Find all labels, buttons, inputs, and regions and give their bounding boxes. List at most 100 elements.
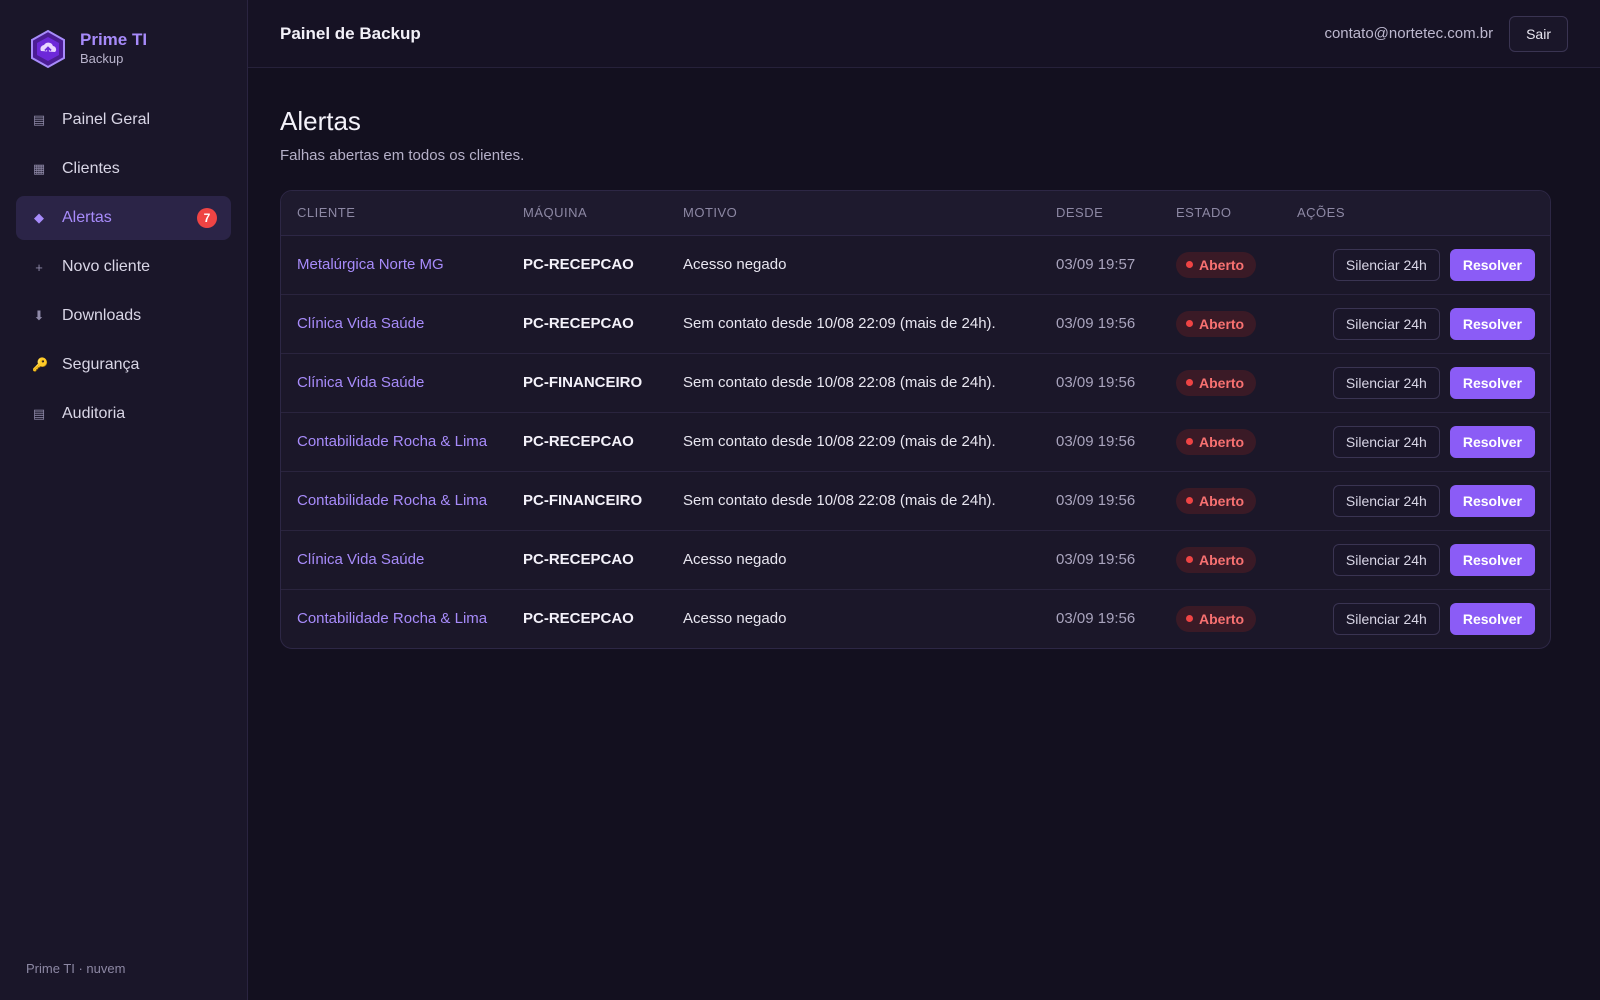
row-actions: Silenciar 24h Resolver	[1297, 543, 1550, 576]
resolve-button[interactable]: Resolver	[1449, 543, 1535, 576]
brand: Prime TI Backup	[16, 0, 231, 98]
client-link[interactable]: Contabilidade Rocha & Lima	[297, 610, 487, 627]
sidebar-item-auditoria[interactable]: ▤ Auditoria	[16, 392, 231, 436]
alert-since: 03/09 19:56	[1056, 551, 1136, 568]
table-header-row: CLIENTE MÁQUINA MOTIVO DESDE ESTADO AÇÕE…	[281, 191, 1550, 236]
alert-reason: Sem contato desde 10/08 22:09 (mais de 2…	[683, 315, 996, 332]
alert-since: 03/09 19:56	[1056, 374, 1136, 391]
status-dot-icon	[1186, 261, 1193, 268]
sidebar-item-clientes[interactable]: ▦ Clientes	[16, 147, 231, 191]
alert-since: 03/09 19:56	[1056, 433, 1136, 450]
alert-reason: Sem contato desde 10/08 22:08 (mais de 2…	[683, 374, 996, 391]
alerts-table: CLIENTE MÁQUINA MOTIVO DESDE ESTADO AÇÕE…	[281, 191, 1550, 648]
client-link[interactable]: Contabilidade Rocha & Lima	[297, 492, 487, 509]
table-row: Contabilidade Rocha & Lima PC-FINANCEIRO S…	[281, 471, 1550, 531]
alert-reason: Sem contato desde 10/08 22:08 (mais de 2…	[683, 492, 996, 509]
silence-24h-button[interactable]: Silenciar 24h	[1332, 602, 1440, 635]
status-badge: Aberto	[1176, 487, 1257, 514]
table-row: Metalúrgica Norte MG PC-RECEPCAO Acesso ne…	[281, 235, 1550, 295]
silence-24h-button[interactable]: Silenciar 24h	[1332, 484, 1440, 517]
silence-24h-button[interactable]: Silenciar 24h	[1332, 543, 1440, 576]
list-icon: ▤	[32, 406, 46, 421]
header-cliente: CLIENTE	[281, 191, 523, 236]
alerts-table-card: CLIENTE MÁQUINA MOTIVO DESDE ESTADO AÇÕE…	[280, 190, 1551, 649]
download-icon: ⬇	[33, 308, 45, 323]
client-link[interactable]: Clínica Vida Saúde	[297, 315, 424, 332]
sidebar-item-label: Painel Geral	[62, 111, 151, 128]
client-link[interactable]: Contabilidade Rocha & Lima	[297, 433, 487, 450]
row-actions: Silenciar 24h Resolver	[1297, 307, 1550, 340]
machine-name: PC-RECEPCAO	[523, 433, 634, 450]
sidebar-item-downloads[interactable]: ⬇ Downloads	[16, 294, 231, 338]
silence-24h-button[interactable]: Silenciar 24h	[1332, 307, 1440, 340]
status-badge: Aberto	[1176, 605, 1257, 632]
alert-count-badge: 7	[197, 208, 217, 228]
resolve-button[interactable]: Resolver	[1449, 366, 1535, 399]
grid-icon: ▦	[32, 161, 46, 176]
resolve-button[interactable]: Resolver	[1449, 248, 1535, 281]
status-badge: Aberto	[1176, 428, 1257, 455]
alerts-table-body: Metalúrgica Norte MG PC-RECEPCAO Acesso ne…	[281, 235, 1550, 648]
table-row: Clínica Vida Saúde PC-RECEPCAO Sem contato…	[281, 294, 1550, 354]
plus-icon: +	[35, 259, 43, 275]
sidebar-item-label: Auditoria	[62, 405, 126, 422]
silence-24h-button[interactable]: Silenciar 24h	[1332, 366, 1440, 399]
page-content: Alertas Falhas abertas em todos os clien…	[248, 68, 1600, 649]
machine-name: PC-RECEPCAO	[523, 315, 634, 332]
table-row: Clínica Vida Saúde PC-RECEPCAO Acesso nega…	[281, 530, 1550, 590]
sidebar-item-label: Downloads	[62, 307, 142, 324]
sidebar-item-label: Novo cliente	[62, 258, 151, 275]
diamond-icon: ◆	[34, 210, 44, 225]
alert-since: 03/09 19:56	[1056, 492, 1136, 509]
machine-name: PC-RECEPCAO	[523, 610, 634, 628]
resolve-button[interactable]: Resolver	[1449, 425, 1535, 458]
sidebar-footer: Prime TI · nuvem	[26, 961, 126, 976]
resolve-button[interactable]: Resolver	[1449, 307, 1535, 340]
client-link[interactable]: Clínica Vida Saúde	[297, 374, 424, 391]
topbar-user: contato@nortetec.com.br Sair	[1324, 15, 1568, 52]
resolve-button[interactable]: Resolver	[1449, 602, 1535, 635]
sidebar-item-label: Alertas	[62, 209, 112, 226]
main-area: Painel de Backup contato@nortetec.com.br…	[248, 0, 1600, 1000]
header-acoes: AÇÕES	[1297, 191, 1550, 236]
sidebar: Prime TI Backup ▤ Painel Geral ▦ Clientes ◆ A…	[0, 0, 248, 1000]
status-dot-icon	[1186, 615, 1193, 623]
alert-since: 03/09 19:57	[1056, 256, 1136, 273]
alert-reason: Acesso negado	[683, 610, 787, 628]
logout-button[interactable]: Sair	[1509, 15, 1568, 52]
topbar: Painel de Backup contato@nortetec.com.br…	[248, 0, 1600, 68]
alert-reason: Sem contato desde 10/08 22:09 (mais de 2…	[683, 433, 996, 450]
brand-subtitle: Backup	[80, 51, 124, 66]
status-dot-icon	[1186, 379, 1193, 386]
topbar-title: Painel de Backup	[280, 23, 421, 43]
client-link[interactable]: Clínica Vida Saúde	[297, 551, 424, 568]
sidebar-item-label: Segurança	[62, 356, 140, 373]
page-title: Alertas	[280, 106, 361, 136]
status-label: Aberto	[1199, 551, 1245, 568]
table-row: Contabilidade Rocha & Lima PC-RECEPCAO Sem…	[281, 412, 1550, 472]
silence-24h-button[interactable]: Silenciar 24h	[1332, 425, 1440, 458]
status-label: Aberto	[1199, 315, 1245, 332]
silence-24h-button[interactable]: Silenciar 24h	[1332, 248, 1440, 281]
alert-reason: Acesso negado	[683, 551, 787, 568]
sidebar-item-painel-geral[interactable]: ▤ Painel Geral	[16, 98, 231, 142]
status-badge: Aberto	[1176, 310, 1257, 337]
user-email: contato@nortetec.com.br	[1324, 25, 1494, 42]
machine-name: PC-RECEPCAO	[523, 256, 634, 273]
client-link[interactable]: Metalúrgica Norte MG	[297, 256, 444, 273]
resolve-button[interactable]: Resolver	[1449, 484, 1535, 517]
alert-reason: Acesso negado	[683, 256, 787, 273]
sidebar-item-label: Clientes	[62, 160, 120, 177]
sidebar-item-seguranca[interactable]: 🔑 Segurança	[16, 343, 231, 387]
status-label: Aberto	[1199, 492, 1245, 509]
brand-name: Prime TI	[80, 30, 148, 49]
status-badge: Aberto	[1176, 546, 1257, 573]
header-motivo: MOTIVO	[683, 191, 1056, 236]
row-actions: Silenciar 24h Resolver	[1297, 248, 1550, 281]
sidebar-item-alertas[interactable]: ◆ Alertas 7	[16, 196, 231, 240]
brand-logo-icon	[31, 29, 65, 69]
machine-name: PC-FINANCEIRO	[523, 492, 643, 509]
header-estado: ESTADO	[1176, 191, 1297, 236]
sidebar-item-novo-cliente[interactable]: + Novo cliente	[16, 245, 231, 289]
status-label: Aberto	[1199, 256, 1245, 273]
